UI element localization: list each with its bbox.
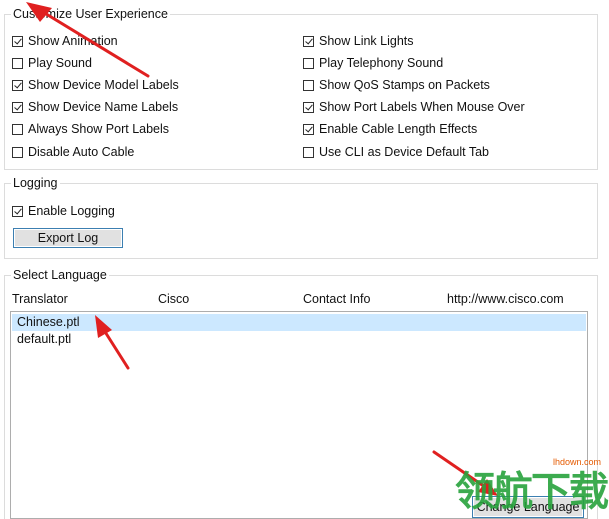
export-log-button[interactable]: Export Log bbox=[13, 228, 123, 248]
checkbox-icon[interactable] bbox=[303, 146, 314, 158]
checkbox-label: Show Port Labels When Mouse Over bbox=[319, 100, 525, 114]
list-item-label: default.ptl bbox=[17, 332, 72, 346]
checkbox-label: Disable Auto Cable bbox=[28, 145, 135, 159]
always-show-port-labels-checkbox[interactable]: Always Show Port Labels bbox=[12, 120, 169, 138]
list-item[interactable]: Chinese.ptl bbox=[12, 314, 586, 331]
checkbox-icon[interactable] bbox=[12, 205, 23, 217]
checkbox-icon[interactable] bbox=[303, 123, 314, 135]
checkbox-label: Enable Cable Length Effects bbox=[319, 122, 478, 136]
checkbox-icon[interactable] bbox=[303, 79, 314, 91]
checkbox-icon[interactable] bbox=[12, 146, 23, 158]
checkbox-label: Always Show Port Labels bbox=[28, 122, 170, 136]
show-animation-checkbox[interactable]: Show Animation bbox=[12, 32, 118, 50]
checkbox-label: Show Link Lights bbox=[319, 34, 414, 48]
show-port-labels-mouse-over-checkbox[interactable]: Show Port Labels When Mouse Over bbox=[303, 98, 525, 116]
change-language-button[interactable]: Change Language bbox=[472, 496, 584, 518]
checkbox-label: Show Device Model Labels bbox=[28, 78, 179, 92]
checkbox-icon[interactable] bbox=[12, 79, 23, 91]
logging-legend: Logging bbox=[13, 176, 58, 190]
play-telephony-sound-checkbox[interactable]: Play Telephony Sound bbox=[303, 54, 443, 72]
enable-cable-length-effects-checkbox[interactable]: Enable Cable Length Effects bbox=[303, 120, 477, 138]
disable-auto-cable-checkbox[interactable]: Disable Auto Cable bbox=[12, 143, 134, 161]
checkbox-label: Show Animation bbox=[28, 34, 118, 48]
show-link-lights-checkbox[interactable]: Show Link Lights bbox=[303, 32, 414, 50]
show-device-name-labels-checkbox[interactable]: Show Device Name Labels bbox=[12, 98, 178, 116]
checkbox-label: Show QoS Stamps on Packets bbox=[319, 78, 490, 92]
column-url: http://www.cisco.com bbox=[447, 292, 564, 306]
checkbox-icon[interactable] bbox=[303, 101, 314, 113]
use-cli-default-tab-checkbox[interactable]: Use CLI as Device Default Tab bbox=[303, 143, 489, 161]
checkbox-label: Play Telephony Sound bbox=[319, 56, 444, 70]
checkbox-icon[interactable] bbox=[12, 101, 23, 113]
column-cisco: Cisco bbox=[158, 292, 190, 306]
checkbox-label: Enable Logging bbox=[28, 204, 115, 218]
play-sound-checkbox[interactable]: Play Sound bbox=[12, 54, 92, 72]
show-device-model-labels-checkbox[interactable]: Show Device Model Labels bbox=[12, 76, 179, 94]
column-contact-info: Contact Info bbox=[303, 292, 371, 306]
language-legend: Select Language bbox=[13, 268, 107, 282]
checkbox-label: Use CLI as Device Default Tab bbox=[319, 145, 489, 159]
checkbox-icon[interactable] bbox=[303, 57, 314, 69]
checkbox-icon[interactable] bbox=[12, 35, 23, 47]
customize-legend: Customize User Experience bbox=[13, 7, 168, 21]
list-item[interactable]: default.ptl bbox=[12, 331, 586, 348]
checkbox-label: Play Sound bbox=[28, 56, 92, 70]
show-qos-stamps-checkbox[interactable]: Show QoS Stamps on Packets bbox=[303, 76, 490, 94]
checkbox-icon[interactable] bbox=[12, 57, 23, 69]
preferences-panel: Customize User Experience Show Animation… bbox=[0, 0, 609, 519]
column-translator: Translator bbox=[12, 292, 68, 306]
list-item-label: Chinese.ptl bbox=[17, 315, 80, 329]
checkbox-icon[interactable] bbox=[12, 123, 23, 135]
checkbox-icon[interactable] bbox=[303, 35, 314, 47]
language-listbox[interactable]: Chinese.ptl default.ptl bbox=[10, 311, 588, 519]
checkbox-label: Show Device Name Labels bbox=[28, 100, 179, 114]
enable-logging-checkbox[interactable]: Enable Logging bbox=[12, 202, 115, 220]
